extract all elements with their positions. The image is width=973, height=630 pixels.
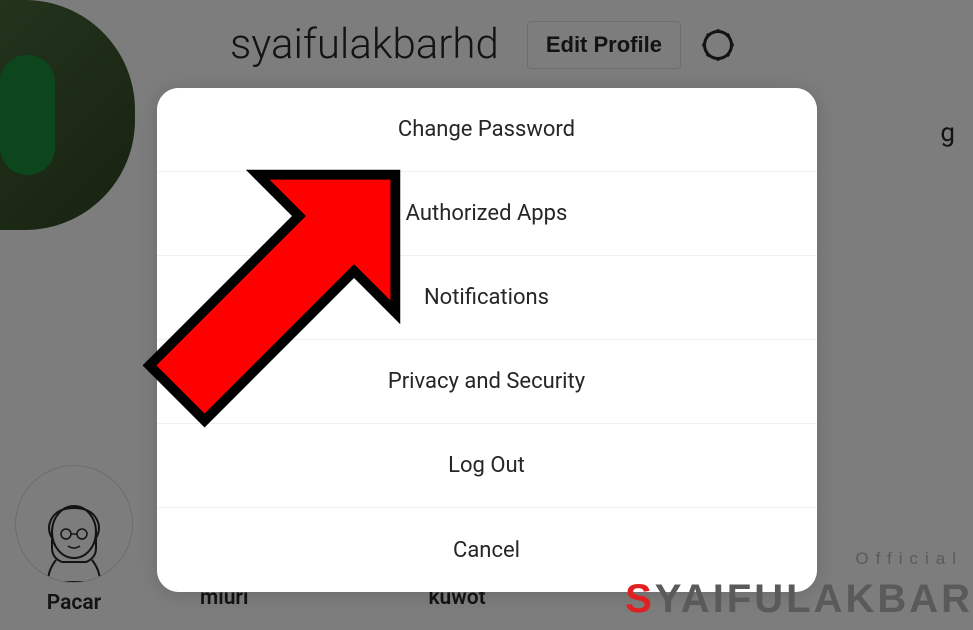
watermark-official: Official [855,549,963,569]
watermark-rest: YAIFULAKBAR [655,577,973,621]
menu-log-out[interactable]: Log Out [157,424,817,508]
watermark-s: S [625,577,655,621]
menu-privacy-security[interactable]: Privacy and Security [157,340,817,424]
menu-authorized-apps[interactable]: Authorized Apps [157,172,817,256]
menu-notifications[interactable]: Notifications [157,256,817,340]
settings-modal: Change Password Authorized Apps Notifica… [157,88,817,592]
watermark: Official SYAIFULAKBAR [625,577,973,622]
menu-change-password[interactable]: Change Password [157,88,817,172]
